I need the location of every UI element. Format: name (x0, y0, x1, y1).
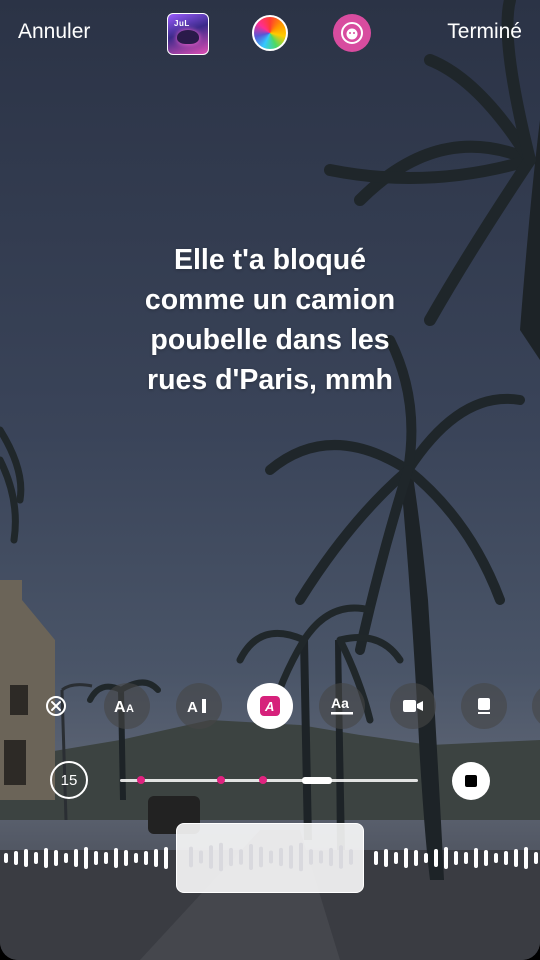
waveform-bar (144, 851, 148, 865)
highlight-style-button[interactable]: A (247, 683, 293, 729)
waveform-bar (74, 849, 78, 867)
svg-text:A: A (264, 699, 274, 714)
waveform-bar (484, 850, 488, 866)
waveform-bar (319, 850, 323, 864)
waveform-bar (199, 850, 203, 864)
waveform-bar (414, 850, 418, 866)
waveform-bar (54, 850, 58, 866)
svg-text:Aa: Aa (331, 695, 349, 711)
waveform-bar (14, 851, 18, 865)
done-button[interactable]: Terminé (447, 20, 522, 44)
waveform-bar (219, 842, 223, 872)
waveform-bar (24, 849, 28, 867)
waveform-bar (164, 847, 168, 869)
waveform-bar (44, 848, 48, 868)
stop-icon (465, 775, 477, 787)
face-effect-button[interactable] (333, 14, 371, 52)
waveform-bar (329, 847, 333, 867)
waveform-bar (239, 849, 243, 865)
svg-text:A: A (126, 703, 134, 715)
story-editor-screen: Annuler JuL Terminé Elle t'a bloqué comm… (0, 0, 540, 960)
waveform-bar (504, 851, 508, 865)
waveform-bar (104, 852, 108, 864)
album-art-text: JuL (174, 19, 190, 28)
text-cursor-icon: A (187, 699, 206, 716)
waveform-bar (424, 853, 428, 863)
waveform-bar (289, 845, 293, 869)
lyrics-timeline[interactable] (120, 776, 418, 784)
waveform-bar (309, 849, 313, 865)
selected-waveform (189, 842, 353, 872)
svg-text:A: A (187, 699, 198, 716)
cancel-button[interactable]: Annuler (18, 20, 90, 44)
waveform-bar (394, 852, 398, 864)
face-filter-icon (341, 22, 363, 44)
timeline-playhead[interactable] (301, 777, 332, 784)
waveform-bar (124, 850, 128, 866)
waveform-bar (154, 849, 158, 867)
text-size-icon: A A (114, 699, 134, 716)
typewriter-style-button[interactable]: A (176, 683, 222, 729)
waveform-bar (114, 848, 118, 868)
waveform-bar (134, 853, 138, 863)
close-circle-icon (46, 696, 66, 716)
waveform-bar (454, 851, 458, 865)
waveform-bar (339, 845, 343, 869)
underline-style-button[interactable]: Aa (319, 683, 365, 729)
video-icon (403, 700, 423, 712)
timeline-marker (259, 776, 268, 784)
waveform-bar (464, 852, 468, 864)
waveform-bar (259, 846, 263, 868)
lyrics-text[interactable]: Elle t'a bloqué comme un camion poubelle… (60, 240, 480, 400)
waveform-bar (384, 849, 388, 867)
waveform-bar (84, 847, 88, 869)
highlighted-a-icon: A (260, 696, 280, 716)
svg-text:A: A (114, 699, 126, 716)
timeline-marker (136, 776, 145, 784)
waveform-bar (494, 853, 498, 863)
video-style-button[interactable] (390, 683, 436, 729)
card-icon (478, 698, 490, 714)
waveform-bar (374, 851, 378, 865)
lyrics-line: Elle t'a bloqué (173, 244, 367, 276)
lyrics-line: poubelle dans les (150, 324, 390, 356)
clip-selection-window[interactable] (176, 823, 364, 893)
duration-badge[interactable]: 15 (50, 761, 88, 799)
waveform-bar (534, 852, 538, 864)
card-style-button[interactable] (461, 683, 507, 729)
waveform-bar (94, 851, 98, 865)
waveform-bar (269, 850, 273, 864)
waveform-bar (64, 853, 68, 863)
font-size-style-button[interactable]: A A (104, 683, 150, 729)
waveform-bar (444, 847, 448, 869)
album-art-thumbnail[interactable]: JuL (167, 13, 209, 55)
stop-button[interactable] (452, 762, 490, 800)
waveform-bar (279, 847, 283, 867)
waveform-bar (434, 849, 438, 867)
waveform-bar (34, 852, 38, 864)
waveform-bar (349, 849, 353, 865)
waveform-bar (514, 849, 518, 867)
waveform-bar (299, 842, 303, 872)
background-photo (0, 0, 540, 960)
color-picker-icon[interactable] (252, 15, 288, 51)
album-art-image (177, 30, 199, 44)
waveform-bar (404, 848, 408, 868)
waveform-bar (189, 846, 193, 868)
lyrics-line: rues d'Paris, mmh (147, 364, 393, 396)
waveform-bar (229, 847, 233, 867)
waveform-bar (4, 853, 8, 863)
waveform-bar (209, 845, 213, 869)
waveform-bar (474, 848, 478, 868)
waveform-bar (524, 847, 528, 869)
lyrics-line: comme un camion (144, 284, 396, 316)
remove-lyrics-button[interactable] (33, 683, 79, 729)
underlined-aa-icon: Aa (331, 695, 353, 715)
waveform-bar (249, 844, 253, 870)
